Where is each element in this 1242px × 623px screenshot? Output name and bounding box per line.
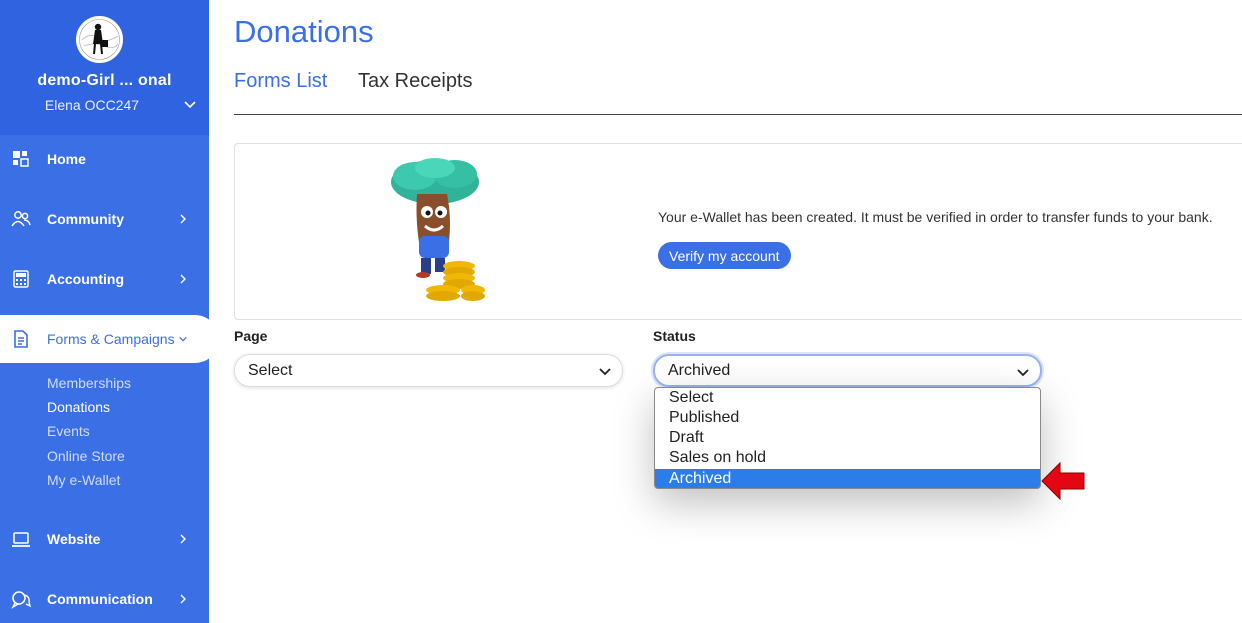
chevron-down-icon[interactable] (182, 96, 198, 112)
page-filter-label: Page (234, 328, 268, 344)
subnav-item-donations[interactable]: Donations (47, 399, 110, 415)
status-option-published[interactable]: Published (655, 408, 1040, 428)
status-option-select[interactable]: Select (655, 388, 1040, 408)
tree-mascot-illustration (391, 158, 485, 301)
tab-forms-list[interactable]: Forms List (234, 70, 327, 93)
nav-item-website[interactable]: Website (0, 515, 209, 563)
status-filter-label: Status (653, 328, 696, 344)
chevron-down-icon (1017, 369, 1029, 377)
tabs-divider (234, 114, 1242, 115)
chevron-right-icon (180, 274, 186, 284)
sidebar: demo-Girl ... onal Elena OCC247 Home Com… (0, 0, 219, 623)
chevron-right-icon (180, 214, 186, 224)
red-arrow-annotation-icon (1041, 461, 1085, 501)
calculator-icon (13, 270, 29, 288)
organization-name: demo-Girl ... onal (37, 72, 172, 89)
subnav-item-online-store[interactable]: Online Store (47, 448, 125, 464)
status-select-value: Archived (668, 361, 731, 379)
page-select-value: Select (248, 361, 293, 379)
account-header[interactable]: demo-Girl ... onal Elena OCC247 (0, 0, 209, 135)
nav-item-community[interactable]: Community (0, 195, 209, 243)
nav-label: Forms & Campaigns (47, 331, 175, 347)
status-dropdown-list: Select Published Draft Sales on hold Arc… (654, 387, 1041, 489)
chat-icon (11, 591, 31, 609)
nav-label: Home (47, 151, 86, 167)
community-icon (11, 211, 31, 227)
e-wallet-banner: Your e-Wallet has been created. It must … (234, 143, 1242, 320)
tab-tax-receipts[interactable]: Tax Receipts (358, 70, 473, 93)
nav-item-communication[interactable]: Communication (0, 575, 209, 623)
chevron-down-icon (179, 336, 187, 342)
page-select[interactable]: Select (234, 354, 623, 387)
chevron-right-icon (180, 534, 186, 544)
status-option-sales-on-hold[interactable]: Sales on hold (655, 448, 1040, 468)
chevron-right-icon (180, 594, 186, 604)
nav-label: Accounting (47, 271, 124, 287)
nav-item-forms-campaigns[interactable]: Forms & Campaigns (0, 315, 219, 363)
user-name: Elena OCC247 (44, 97, 140, 113)
page-title: Donations (234, 14, 374, 49)
subnav-item-events[interactable]: Events (47, 423, 90, 439)
status-option-archived[interactable]: Archived (655, 469, 1040, 488)
subnav-item-my-e-wallet[interactable]: My e-Wallet (47, 472, 120, 488)
dashboard-icon (13, 151, 29, 167)
nav-label: Community (47, 211, 124, 227)
status-select[interactable]: Archived (653, 354, 1042, 387)
nav-item-accounting[interactable]: Accounting (0, 255, 209, 303)
verify-account-button[interactable]: Verify my account (658, 242, 791, 269)
nav-label: Website (47, 531, 101, 547)
status-option-draft[interactable]: Draft (655, 428, 1040, 448)
organization-logo (76, 16, 123, 63)
e-wallet-message: Your e-Wallet has been created. It must … (658, 209, 1213, 225)
subnav-item-memberships[interactable]: Memberships (47, 375, 131, 391)
laptop-icon (12, 532, 30, 547)
document-icon (14, 330, 28, 348)
nav-label: Communication (47, 591, 153, 607)
chevron-down-icon (599, 368, 611, 376)
nav-item-home[interactable]: Home (0, 135, 209, 183)
